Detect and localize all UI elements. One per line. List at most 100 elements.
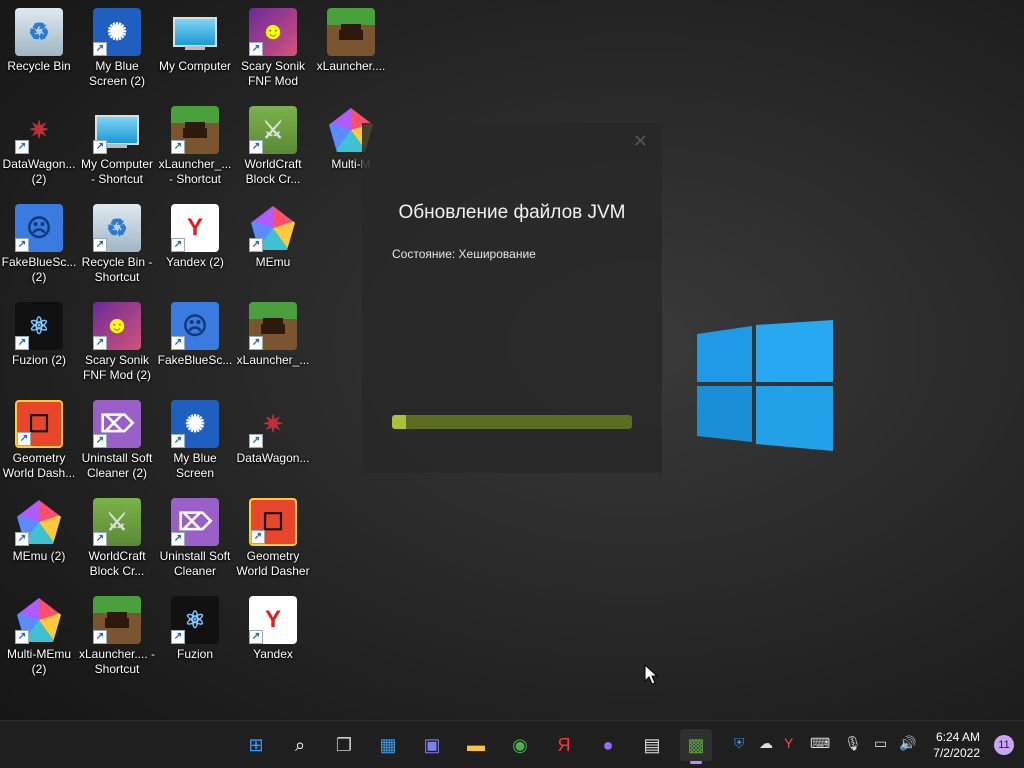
desktop-icon[interactable]: ☐ ↗ Geometry World Dash... — [0, 392, 78, 484]
dw-app-icon: ✷ ↗ — [15, 106, 63, 154]
yandex-app-icon: Y ↗ — [171, 204, 219, 252]
desktop-icon-label: Fuzion (2) — [11, 353, 67, 367]
desktop-icon-label: xLauncher_... - Shortcut — [158, 157, 232, 186]
alice-button[interactable]: ● — [592, 729, 624, 761]
shortcut-arrow-icon: ↗ — [249, 140, 263, 154]
start-icon: ⊞ — [248, 734, 264, 755]
desktop-icon[interactable]: ✺ ↗ My Blue Screen (2) — [78, 0, 156, 92]
yandex-browser-button[interactable]: Я — [548, 729, 580, 761]
store-button[interactable]: ▤ — [636, 729, 668, 761]
desktop-icon-label: WorldCraft Block Cr... — [88, 549, 146, 578]
bin-app-icon: ♻ ↗ — [93, 204, 141, 252]
desktop-icon-label: xLauncher.... - Shortcut — [78, 647, 156, 676]
desktop-icon-label: DataWagon... (2) — [2, 157, 76, 186]
desktop-icon[interactable]: xLauncher.... — [312, 0, 390, 92]
mc-app-icon: ↗ — [171, 106, 219, 154]
desktop-icon-label: Uninstall Soft Cleaner — [159, 549, 231, 578]
chrome-button[interactable]: ◉ — [504, 729, 536, 761]
shortcut-arrow-icon: ↗ — [15, 140, 29, 154]
desktop-icon[interactable]: ⌦ ↗ Uninstall Soft Cleaner (2) — [78, 392, 156, 484]
desktop-icon-label: DataWagon... — [236, 451, 310, 465]
desktop-icon[interactable]: ⌦ ↗ Uninstall Soft Cleaner — [156, 490, 234, 582]
desktop-icon-label: Uninstall Soft Cleaner (2) — [81, 451, 153, 480]
desktop-icon[interactable]: ⚔ ↗ WorldCraft Block Cr... — [78, 490, 156, 582]
desktop-icon-label: Multi-MEmu (2) — [6, 647, 71, 676]
clock[interactable]: 6:24 AM 7/2/2022 — [933, 729, 980, 761]
sonic-app-icon: ☻ ↗ — [249, 8, 297, 56]
shortcut-arrow-icon: ↗ — [249, 42, 263, 56]
multi-app-icon: ↗ — [15, 596, 63, 644]
task-view-button[interactable]: ❐ — [328, 729, 360, 761]
teams-chat-button[interactable]: ▣ — [416, 729, 448, 761]
mc-app-icon: ↗ — [249, 302, 297, 350]
fake-app-icon: ☹ ↗ — [171, 302, 219, 350]
desktop-icon-label: MEmu (2) — [12, 549, 66, 563]
desktop-icon[interactable]: ✺ ↗ My Blue Screen — [156, 392, 234, 484]
desktop-icon[interactable]: ✷ ↗ DataWagon... (2) — [0, 98, 78, 190]
mc-app-icon: ↗ — [93, 596, 141, 644]
desktop-icon[interactable]: Y ↗ Yandex — [234, 588, 312, 680]
close-icon[interactable]: ✕ — [633, 131, 648, 152]
desktop-icon[interactable]: ↗ My Computer - Shortcut — [78, 98, 156, 190]
desktop-icon[interactable]: ✷ ↗ DataWagon... — [234, 392, 312, 484]
onedrive-icon[interactable]: ☁ — [759, 735, 773, 752]
notification-badge[interactable]: 11 — [994, 735, 1014, 755]
network-icon[interactable]: ▭ — [874, 735, 887, 752]
chrome-icon: ◉ — [512, 734, 528, 755]
shortcut-arrow-icon: ↗ — [93, 140, 107, 154]
shortcut-arrow-icon: ↗ — [171, 630, 185, 644]
desktop-icon[interactable]: ⚛ ↗ Fuzion — [156, 588, 234, 680]
desktop-icon[interactable]: ↗ xLauncher_... - Shortcut — [156, 98, 234, 190]
desktop-icon[interactable]: ⚔ ↗ WorldCraft Block Cr... — [234, 98, 312, 190]
desktop-icon[interactable]: ↗ xLauncher.... - Shortcut — [78, 588, 156, 680]
shortcut-arrow-icon: ↗ — [93, 238, 107, 252]
volume-icon[interactable]: 🔊 — [899, 735, 916, 752]
desktop-icon[interactable]: ↗ MEmu — [234, 196, 312, 288]
desktop-icon[interactable]: ☹ ↗ FakeBlueSc... (2) — [0, 196, 78, 288]
desktop-icon[interactable]: ☹ ↗ FakeBlueSc... — [156, 294, 234, 386]
jvm-update-dialog: ✕ Обновление файлов JVM Состояние: Хешир… — [362, 123, 662, 473]
start-button[interactable]: ⊞ — [240, 729, 272, 761]
desktop-icon[interactable]: ↗ Multi-MEmu (2) — [0, 588, 78, 680]
desktop-icon[interactable]: My Computer — [156, 0, 234, 92]
desktop-icon[interactable]: ♻ ↗ Recycle Bin - Shortcut — [78, 196, 156, 288]
xlauncher-taskbar-button[interactable]: ▩ — [680, 729, 712, 764]
shortcut-arrow-icon: ↗ — [93, 532, 107, 546]
pc-app-icon: ↗ — [93, 106, 141, 154]
desktop-icon-label: Yandex (2) — [166, 255, 224, 269]
shortcut-arrow-icon: ↗ — [251, 530, 265, 544]
desktop-icon[interactable]: ⚛ ↗ Fuzion (2) — [0, 294, 78, 386]
fuz-app-icon: ⚛ ↗ — [15, 302, 63, 350]
microphone-icon[interactable]: 🎙 — [844, 735, 862, 752]
desktop-icon[interactable]: ↗ MEmu (2) — [0, 490, 78, 582]
desktop-icon[interactable]: ☐ ↗ Geometry World Dasher — [234, 490, 312, 582]
shortcut-arrow-icon: ↗ — [249, 630, 263, 644]
file-explorer-icon: ▬ — [467, 734, 485, 755]
shortcut-arrow-icon: ↗ — [93, 630, 107, 644]
desktop-icon[interactable]: ↗ xLauncher_... — [234, 294, 312, 386]
shortcut-arrow-icon: ↗ — [93, 336, 107, 350]
shortcut-arrow-icon: ↗ — [171, 434, 185, 448]
clock-time: 6:24 AM — [935, 730, 980, 744]
desktop-icon[interactable]: ☻ ↗ Scary Sonik FNF Mod — [234, 0, 312, 92]
desktop-icon[interactable]: Y ↗ Yandex (2) — [156, 196, 234, 288]
yandex-tray-icon[interactable]: Y — [784, 735, 793, 751]
fuz-app-icon: ⚛ ↗ — [171, 596, 219, 644]
dialog-status: Состояние: Хеширование — [392, 247, 536, 261]
store-icon: ▤ — [643, 734, 661, 755]
taskbar: ⊞ ⌕ ❐ ▦ ▣ ▬ ◉ Я ● ▤ ▩ ⛨ ☁ Y ⌨ 🎙 ▭ 🔊 6:24 AM 7/2/20… — [0, 720, 1024, 768]
defender-icon[interactable]: ⛨ — [734, 735, 745, 752]
file-explorer-button[interactable]: ▬ — [460, 729, 492, 761]
desktop-icon-label: Recycle Bin - Shortcut — [81, 255, 153, 284]
shortcut-arrow-icon: ↗ — [15, 630, 29, 644]
desktop-icon[interactable]: ♻ Recycle Bin — [0, 0, 78, 92]
search-button[interactable]: ⌕ — [284, 729, 316, 761]
yandex-browser-icon: Я — [557, 734, 571, 755]
shortcut-arrow-icon: ↗ — [17, 432, 31, 446]
gd-app-icon: ☐ ↗ — [249, 498, 297, 546]
shortcut-arrow-icon: ↗ — [171, 532, 185, 546]
desktop-icon[interactable]: ☻ ↗ Scary Sonik FNF Mod (2) — [78, 294, 156, 386]
widgets-button[interactable]: ▦ — [372, 729, 404, 761]
keyboard-icon[interactable]: ⌨ — [810, 735, 830, 752]
shortcut-arrow-icon: ↗ — [15, 238, 29, 252]
